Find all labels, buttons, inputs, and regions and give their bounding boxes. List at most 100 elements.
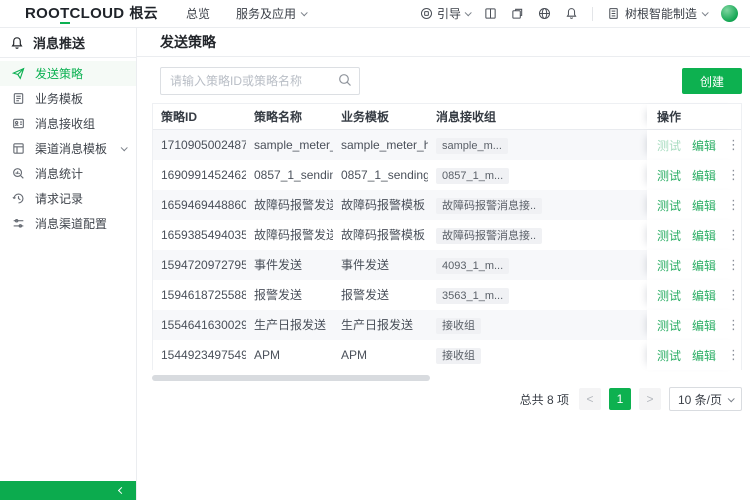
table-header-row: 策略ID 策略名称 业务模板 消息接收组 操作 [153,104,741,130]
horizontal-scrollbar-thumb[interactable] [152,375,430,381]
pagination: 总共 8 项 < 1 > 10 条/页 [520,387,742,411]
sidebar-title: 消息推送 [33,33,85,52]
nav-label: 总览 [186,5,210,22]
user-avatar[interactable] [721,5,738,22]
search-icon[interactable] [338,73,352,90]
receiver-group-tag: 4093_1_m... [436,258,509,274]
toolbar: 创建 [160,67,742,95]
org-label: 树根智能制造 [625,5,697,22]
cell-business-template: 故障码报警模板 [333,220,428,250]
row-actions: 测试编辑 ⋮ [647,190,741,220]
sidebar-item-label: 渠道消息模板 [35,140,107,157]
logo-text-underlined: T [60,5,69,24]
sidebar-item-label: 请求记录 [35,190,83,207]
paper-plane-icon [12,67,25,80]
guide-icon [420,7,433,20]
cell-strategy-name: 事件发送 [246,250,333,280]
org-switcher[interactable]: 树根智能制造 [607,5,707,22]
edit-link[interactable]: 编辑 [692,197,716,214]
docs-icon[interactable] [484,7,497,20]
receiver-group-tag: 3563_1_m... [436,288,509,304]
more-actions-icon[interactable]: ⋮ [727,347,740,363]
edit-link[interactable]: 编辑 [692,317,716,334]
template-icon [12,142,25,155]
more-actions-icon[interactable]: ⋮ [727,317,740,333]
edit-link[interactable]: 编辑 [692,167,716,184]
sidebar-menu: 发送策略 业务模板 消息接收组 渠道消息模板 消息统计 请求记录 消息渠道配置 [0,58,136,236]
edit-link[interactable]: 编辑 [692,137,716,154]
test-link[interactable]: 测试 [657,347,681,364]
organization-icon [607,7,620,20]
chevron-down-icon [728,395,735,402]
divider [592,7,593,21]
cell-strategy-name: 报警发送 [246,280,333,310]
content-header: 发送策略 [137,28,750,57]
test-link[interactable]: 测试 [657,137,681,154]
more-actions-icon[interactable]: ⋮ [727,287,740,303]
search-input[interactable] [160,67,360,95]
apps-icon[interactable] [511,7,524,20]
notification-bell-icon[interactable] [565,7,578,20]
contact-group-icon [12,117,25,130]
column-header: 业务模板 [333,102,428,132]
test-link[interactable]: 测试 [657,197,681,214]
top-nav: 总览 服务及应用 [186,5,306,22]
cell-strategy-name: 生产日报发送 [246,310,333,340]
rootcloud-logo: ROOTCLOUD 根云 [25,3,158,24]
sidebar-item-business-template[interactable]: 业务模板 [0,86,136,111]
guide-menu[interactable]: 引导 [420,5,470,22]
row-actions: 测试编辑 ⋮ [647,250,741,280]
sidebar-item-label: 消息接收组 [35,115,95,132]
sidebar-item-request-log[interactable]: 请求记录 [0,186,136,211]
sidebar-item-send-strategy[interactable]: 发送策略 [0,61,136,86]
sidebar-item-channel-config[interactable]: 消息渠道配置 [0,211,136,236]
edit-link[interactable]: 编辑 [692,257,716,274]
test-link[interactable]: 测试 [657,167,681,184]
test-link[interactable]: 测试 [657,227,681,244]
nav-item-services[interactable]: 服务及应用 [236,5,306,22]
cell-receiver-group: 接收组 [428,310,647,340]
more-actions-icon[interactable]: ⋮ [727,257,740,273]
cell-business-template: 报警发送 [333,280,428,310]
edit-link[interactable]: 编辑 [692,287,716,304]
table-row: 17109050024871...sample_meter_se...sampl… [153,130,741,160]
nav-item-overview[interactable]: 总览 [186,5,210,22]
message-push-bell-icon [10,36,24,50]
test-link[interactable]: 测试 [657,287,681,304]
chevron-down-icon [301,9,308,16]
cell-receiver-group: 0857_1_m... [428,160,647,190]
receiver-group-tag: 接收组 [436,318,481,334]
sidebar-collapse-button[interactable] [0,481,136,500]
sidebar-item-channel-templates[interactable]: 渠道消息模板 [0,136,136,161]
topbar: ROOTCLOUD 根云 总览 服务及应用 引导 树根智能制造 [0,0,750,28]
table-body: 17109050024871...sample_meter_se...sampl… [153,130,741,370]
cell-receiver-group: 接收组 [428,340,647,370]
create-button[interactable]: 创建 [682,68,742,94]
sidebar-item-receiver-groups[interactable]: 消息接收组 [0,111,136,136]
sidebar-item-label: 消息渠道配置 [35,215,107,232]
page-title: 发送策略 [160,32,216,52]
globe-icon[interactable] [538,7,551,20]
more-actions-icon[interactable]: ⋮ [727,167,740,183]
edit-link[interactable]: 编辑 [692,347,716,364]
cell-receiver-group: 3563_1_m... [428,280,647,310]
test-link[interactable]: 测试 [657,317,681,334]
sidebar-item-message-stats[interactable]: 消息统计 [0,161,136,186]
more-actions-icon[interactable]: ⋮ [727,227,740,243]
table-row: 15947209727958...事件发送事件发送4093_1_m...测试编辑… [153,250,741,280]
stats-search-icon [12,167,25,180]
next-page-button[interactable]: > [639,388,661,410]
row-actions: 测试编辑 ⋮ [647,220,741,250]
row-actions: 测试编辑 ⋮ [647,130,741,160]
prev-page-button[interactable]: < [579,388,601,410]
guide-label: 引导 [437,5,461,22]
more-actions-icon[interactable]: ⋮ [727,197,740,213]
test-link[interactable]: 测试 [657,257,681,274]
cell-strategy-id: 15449234975494... [153,340,246,370]
edit-link[interactable]: 编辑 [692,227,716,244]
sidebar: 消息推送 发送策略 业务模板 消息接收组 渠道消息模板 消息统计 请求记录 [0,28,137,500]
page-number-button-active[interactable]: 1 [609,388,631,410]
more-actions-icon[interactable]: ⋮ [727,137,740,153]
page-size-value: 10 条/页 [678,391,722,408]
page-size-select[interactable]: 10 条/页 [669,387,742,411]
